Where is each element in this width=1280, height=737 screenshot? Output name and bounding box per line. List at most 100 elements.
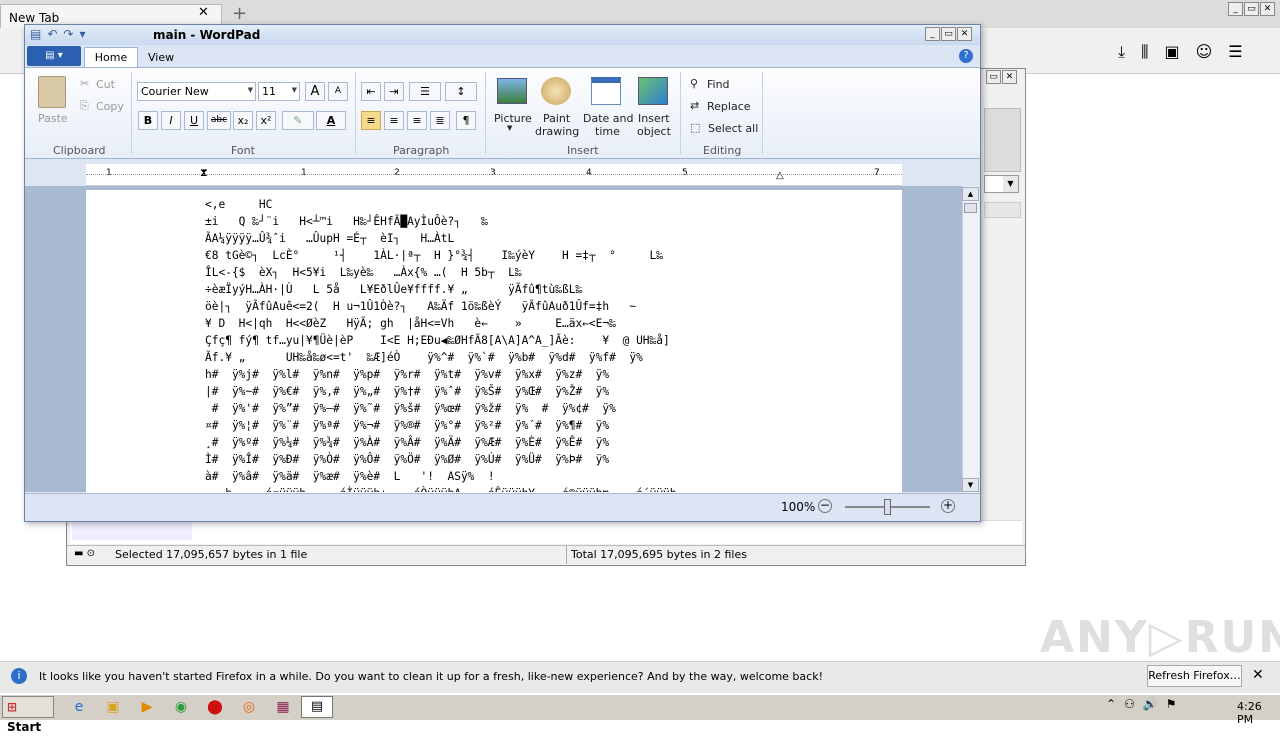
italic-button[interactable]: I [161,111,181,130]
refresh-firefox-button[interactable]: Refresh Firefox… [1147,665,1242,687]
document-line[interactable]: ¥ D H<|qh H<<ØèZ HÿÃ; gh |åH<=Vh è← » E…… [205,315,895,332]
scroll-thumb[interactable] [964,203,977,213]
subscript-button[interactable]: x₂ [233,111,253,130]
date-time-button-line1[interactable]: Date and [583,112,633,125]
justify-icon[interactable]: ≣ [430,111,450,130]
paste-button[interactable]: Paste [38,112,68,125]
media-player-icon[interactable]: ▶ [136,697,158,717]
document-line[interactable]: h# ÿ%j# ÿ%l# ÿ%n# ÿ%p# ÿ%r# ÿ%t# ÿ%v# ÿ%… [205,366,895,383]
redo-icon[interactable]: ↷ [63,27,73,41]
indent-marker-icon[interactable]: ⧗ [200,166,208,180]
document-line[interactable]: h ó¤ÿÿÿh óÌÿÿÿh+ óÒÿÿÿhA óÊÿÿÿhY ó®ÿÿÿhm… [205,485,895,492]
replace-button[interactable]: Replace [707,100,751,113]
outdent-icon[interactable]: ⇤ [361,82,381,101]
font-family-select[interactable]: Courier New ▼ [137,82,256,101]
downloads-icon[interactable]: ⤓ [1118,42,1125,62]
document-line[interactable]: €8 tGè©┐ LcÈ° ¹┤ 1ÀL·|ª┬ H }°¾┤ I‰ýèY H … [205,247,895,264]
document-line[interactable]: öè|┐ ÿÃfûAuê<=2( H u¬1Û1Òè?┐ A‰Äf 1ö‰ßèÝ… [205,298,895,315]
copy-icon[interactable]: ⎘ [80,99,89,113]
document-line[interactable]: Ì# ÿ%Î# ÿ%Ð# ÿ%Ò# ÿ%Ô# ÿ%Ö# ÿ%Ø# ÿ%Ú# ÿ%… [205,451,895,468]
highlight-button[interactable]: ✎ [282,111,314,130]
select-all-icon[interactable]: ⬚ [690,121,700,134]
binoculars-icon[interactable]: ⚲ [690,77,698,90]
document-line[interactable]: <,e HC [205,196,895,213]
sidebar-icon[interactable]: ▣ [1164,42,1179,62]
date-time-button-line2[interactable]: time [595,125,620,138]
strikethrough-button[interactable]: abc [207,111,231,130]
scroll-up-arrow[interactable]: ▲ [962,187,979,201]
grow-font-button[interactable]: A [305,82,325,101]
underline-button[interactable]: U [184,111,204,130]
wordpad-minimize-button[interactable]: _ [925,27,940,41]
explorer-column-header[interactable] [984,202,1021,218]
start-button[interactable]: ⊞ Start [2,696,54,734]
bold-button[interactable]: B [138,111,158,130]
document-line[interactable]: |# ÿ%~# ÿ%€# ÿ%‚# ÿ%„# ÿ%†# ÿ%ˆ# ÿ%Š# ÿ%… [205,383,895,400]
file-menu-button[interactable]: ▤ ▾ [27,46,81,66]
document-line[interactable]: à# ÿ%â# ÿ%ä# ÿ%æ# ÿ%è# L '! ASÿ% ! [205,468,895,485]
document-line[interactable]: ÷èæÏyýH…ÀH·|Ù L 5å L¥EðlÛe¥ffff.¥ „ ÿÃfû… [205,281,895,298]
scroll-down-arrow[interactable]: ▼ [962,478,979,492]
picture-button[interactable]: Picture [494,112,532,125]
customize-qat-icon[interactable]: ▾ [79,27,85,41]
insert-object-button-line1[interactable]: Insert [638,112,670,125]
chevron-down-icon[interactable]: ▼ [1003,176,1018,192]
paint-drawing-button-line1[interactable]: Paint [543,112,570,125]
volume-icon[interactable]: 🔊 [1143,697,1158,711]
font-color-button[interactable]: A [316,111,346,130]
document-line[interactable]: ÎL<-{$ èX┐ H<5¥i L‰yè‰ …Àx{% …( H 5b┬ L‰ [205,264,895,281]
copy-button[interactable]: Copy [96,100,124,113]
paste-icon[interactable] [38,76,66,108]
select-all-button[interactable]: Select all [708,122,758,135]
zoom-slider-thumb[interactable] [883,499,891,515]
ie-icon[interactable]: e [68,697,90,717]
undo-icon[interactable]: ↶ [47,27,57,41]
align-center-icon[interactable]: ≡ [384,111,404,130]
tab-view[interactable]: View [148,51,174,64]
document-text[interactable]: <,e HC ±i Q ‰┘¨i H<┴™i H‰┘ÊHfÃ█AyÌuÔè?┐ ‰… [205,196,895,492]
paint-drawing-button-line2[interactable]: drawing [535,125,579,138]
library-icon[interactable]: ⫼ [1141,42,1148,62]
firefox-icon[interactable]: ◎ [238,697,260,717]
clock[interactable]: 4:26 PM [1237,700,1280,726]
document-line[interactable]: Çfç¶ fý¶ tf…yu|¥¶Üè|èP I<E H;EÐu◀‰ØHfÃ8[… [205,332,895,349]
wordpad-maximize-button[interactable]: ▭ [941,27,956,41]
wordpad-app-icon[interactable]: ▤ [30,27,41,41]
explorer-close-button[interactable]: ✕ [1002,70,1017,84]
opera-icon[interactable]: ⬤ [204,697,226,717]
object-icon[interactable] [638,77,668,105]
document-line[interactable]: ±i Q ‰┘¨i H<┴™i H‰┘ÊHfÃ█AyÌuÔè?┐ ‰ [205,213,895,230]
right-indent-marker-icon[interactable]: △ [776,170,784,181]
winrar-icon[interactable]: ▦ [272,697,294,717]
new-tab-button[interactable]: + [232,3,247,24]
document-line[interactable]: # ÿ%'# ÿ%”# ÿ%–# ÿ%˜# ÿ%š# ÿ%œ# ÿ%ž# ÿ% … [205,400,895,417]
account-icon[interactable]: ☺ [1196,42,1213,62]
cut-icon[interactable]: ✂ [80,77,89,90]
explorer-restore-button[interactable]: ▭ [986,70,1001,84]
tray-expand-icon[interactable]: ⌃ [1106,697,1116,711]
help-icon[interactable]: ? [959,49,973,63]
line-spacing-icon[interactable]: ↕ [445,82,477,101]
align-right-icon[interactable]: ≡ [407,111,427,130]
explorer-icon[interactable]: ▣ [102,697,124,717]
list-item[interactable] [72,522,192,540]
minimize-button[interactable]: _ [1228,2,1243,16]
paragraph-icon[interactable]: ¶ [456,111,476,130]
wordpad-close-button[interactable]: ✕ [957,27,972,41]
flag-icon[interactable]: ⚑ [1166,697,1177,711]
insert-object-button-line2[interactable]: object [637,125,671,138]
restore-button[interactable]: ▭ [1244,2,1259,16]
wordpad-taskbar-button[interactable]: ▤ [301,696,333,718]
document-line[interactable]: ÃA¼ÿÿÿÿ…Û¾ˆi …ÛupH =É┬ èI┐ H…ÀtL [205,230,895,247]
tab-close-icon[interactable]: ✕ [198,5,209,20]
document-line[interactable]: ¤# ÿ%¦# ÿ%¨# ÿ%ª# ÿ%¬# ÿ%®# ÿ%°# ÿ%²# ÿ%… [205,417,895,434]
vertical-scrollbar[interactable] [962,186,979,493]
menu-icon[interactable]: ☰ [1228,42,1242,62]
cut-button[interactable]: Cut [96,78,115,91]
chrome-icon[interactable]: ◉ [170,697,192,717]
superscript-button[interactable]: x² [256,111,276,130]
find-button[interactable]: Find [707,78,730,91]
zoom-in-button[interactable]: + [941,499,955,513]
zoom-out-button[interactable]: − [818,499,832,513]
indent-icon[interactable]: ⇥ [384,82,404,101]
